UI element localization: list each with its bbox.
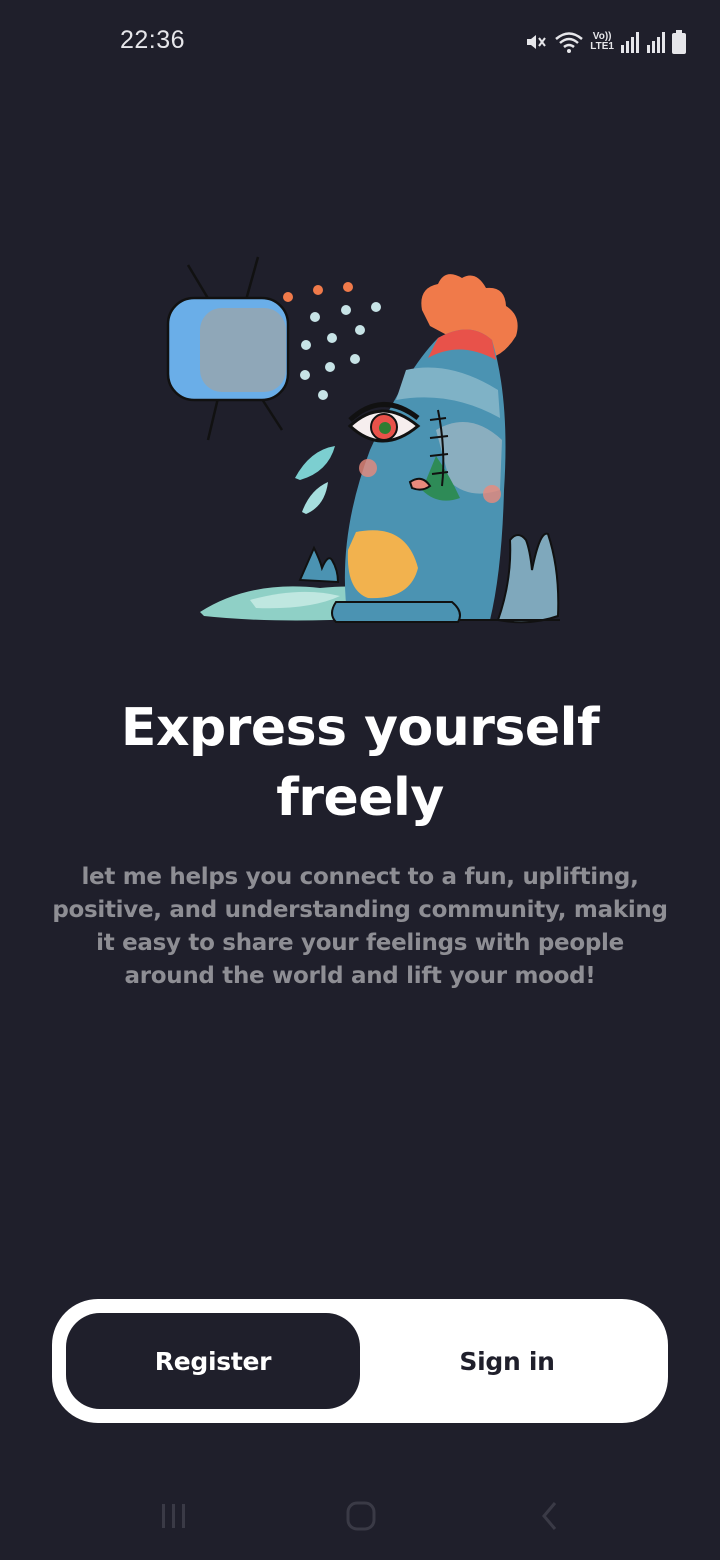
signal-icon	[646, 31, 666, 53]
home-icon	[345, 1500, 377, 1536]
onboarding-headline: Express yourself freely	[120, 698, 600, 828]
onboarding-description: let me helps you connect to a fun, uplif…	[52, 864, 668, 989]
register-button[interactable]: Register	[66, 1313, 360, 1409]
tv-icon	[166, 256, 290, 441]
system-nav-bar	[0, 1478, 720, 1560]
status-bar: 22:36 Vo)) LTE1	[0, 0, 720, 80]
recent-apps-icon	[159, 1502, 189, 1534]
lte-text: LTE1	[590, 41, 614, 52]
volte-lte-icon: Vo)) LTE1	[590, 32, 614, 52]
back-icon	[539, 1500, 561, 1536]
battery-icon	[672, 30, 686, 54]
signin-button[interactable]: Sign in	[360, 1313, 654, 1409]
mute-icon	[524, 30, 548, 54]
dots	[283, 282, 381, 400]
status-icons: Vo)) LTE1	[524, 28, 686, 56]
wifi-icon	[554, 30, 584, 54]
recent-apps-button[interactable]	[144, 1498, 204, 1538]
auth-switch: Register Sign in	[52, 1299, 668, 1423]
onboarding-illustration	[160, 250, 570, 630]
signal-icon	[620, 31, 640, 53]
home-button[interactable]	[331, 1498, 391, 1538]
back-button[interactable]	[520, 1498, 580, 1538]
status-time: 22:36	[120, 26, 186, 54]
